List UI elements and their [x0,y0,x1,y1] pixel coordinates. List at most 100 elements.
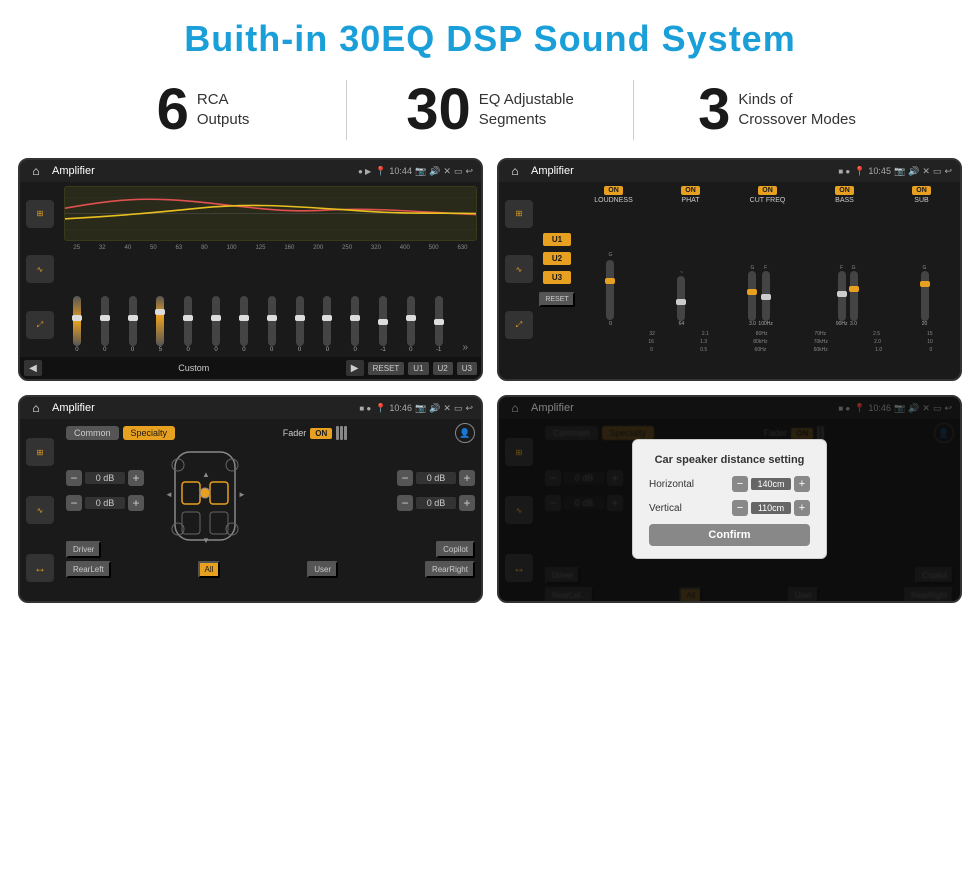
eq-icon-s3[interactable]: ⊞ [26,438,54,466]
stat-text-crossover: Kinds ofCrossover Modes [738,90,856,131]
vol-icon: 🔊 [429,166,440,177]
eq-slider-8[interactable]: 0 [296,296,304,353]
eq-slider-0[interactable]: 0 [73,296,81,353]
copilot-btn[interactable]: Copilot [436,541,475,558]
sub-ctrl: ON SUB [885,186,958,204]
bass-label: BASS [835,197,854,204]
fader-on-badge[interactable]: ON [310,428,332,439]
eq-slider-7[interactable]: 0 [268,296,276,353]
dialog-box: Car speaker distance setting Horizontal … [632,439,827,559]
vol-plus-fl[interactable]: + [128,470,144,486]
preset-col: U1 U2 U3 RESET [539,182,575,357]
eq-slider-10[interactable]: 0 [351,296,359,353]
eq-adjust-icon[interactable]: ⊞ [26,200,54,228]
eq-slider-2[interactable]: 0 [129,296,137,353]
u1-preset[interactable]: U1 [543,233,571,246]
phat-slider[interactable] [677,276,685,321]
horizontal-minus[interactable]: − [732,476,748,492]
vol-plus-fr[interactable]: + [459,470,475,486]
eq-slider-13[interactable]: -1 [435,296,443,353]
vertical-label: Vertical [649,503,704,514]
all-btn[interactable]: All [198,561,221,578]
vol-minus-fl[interactable]: − [66,470,82,486]
eq-freq-labels: 2532405063 80100125160200 25032040050063… [64,245,477,251]
specialty-tab[interactable]: Specialty [123,426,176,440]
speaker-layout: ▲ ▼ ◄ ► [150,447,391,537]
loudness-label: LOUDNESS [594,197,633,204]
cutfreq-slider-f[interactable] [762,271,770,321]
screen1: ⌂ Amplifier ● ▶ 📍 10:44 📷 🔊 ✕ ▭ ↩ ⊞ ∿ ⤢ [18,158,483,381]
sub-on[interactable]: ON [912,186,931,195]
vol-plus-rl[interactable]: + [128,495,144,511]
common-tab[interactable]: Common [66,426,119,440]
home-icon-3[interactable]: ⌂ [28,400,44,416]
rear-row: RearLeft All User RearRight [66,561,475,578]
rearleft-btn[interactable]: RearLeft [66,561,111,578]
sub-slider[interactable] [921,271,929,321]
u2-btn[interactable]: U2 [433,362,453,375]
bass-slider-f[interactable] [838,271,846,321]
u2-preset[interactable]: U2 [543,252,571,265]
u3-preset[interactable]: U3 [543,271,571,284]
expand-icon-s2[interactable]: ⤢ [505,311,533,339]
dialog-horizontal-row: Horizontal − 140cm + [649,476,810,492]
vertical-plus[interactable]: + [794,500,810,516]
screen2-status-icons: 📍 10:45 📷🔊✕▭ ↩ [854,166,952,177]
rearright-btn[interactable]: RearRight [425,561,475,578]
expand-icon-s3[interactable]: ↔ [26,554,54,582]
home-icon[interactable]: ⌂ [28,163,44,179]
vol-minus-fr[interactable]: − [397,470,413,486]
vol-minus-rl[interactable]: − [66,495,82,511]
bass-on[interactable]: ON [835,186,854,195]
vertical-minus[interactable]: − [732,500,748,516]
eq-slider-11[interactable]: -1 [379,296,387,353]
home-icon-2[interactable]: ⌂ [507,163,523,179]
driver-row: Driver Copilot [66,541,475,558]
phat-on[interactable]: ON [681,186,700,195]
confirm-button[interactable]: Confirm [649,524,810,546]
eq-icon-s2[interactable]: ⊞ [505,200,533,228]
eq-slider-6[interactable]: 0 [240,296,248,353]
eq-double-arrow[interactable]: » [463,342,469,353]
vertical-value: 110cm [751,502,791,514]
back-icon[interactable]: ↩ [465,166,473,177]
reset-btn-s2[interactable]: RESET [539,292,574,307]
eq-slider-1[interactable]: 0 [101,296,109,353]
reset-btn[interactable]: RESET [368,362,405,375]
loudness-slider-g[interactable] [606,260,614,320]
driver-btn[interactable]: Driver [66,541,101,558]
avatar-icon[interactable]: 👤 [455,423,475,443]
eq-slider-9[interactable]: 0 [323,296,331,353]
fader-on-row: Fader ON [283,426,348,440]
screen1-status-icons: 📍 10:44 📷 🔊 ✕ ▭ ↩ [375,166,473,177]
screen2-content: ⊞ ∿ ⤢ U1 U2 U3 RESET ON LOUDNESS [499,182,960,357]
dialog-vertical-row: Vertical − 110cm + [649,500,810,516]
eq-expand-icon[interactable]: ⤢ [26,311,54,339]
horizontal-plus[interactable]: + [794,476,810,492]
cutfreq-on[interactable]: ON [758,186,777,195]
prev-btn[interactable]: ◀ [24,360,42,376]
eq-slider-4[interactable]: 0 [184,296,192,353]
bass-slider-g[interactable] [850,271,858,321]
wave-icon-s2[interactable]: ∿ [505,255,533,283]
play-btn[interactable]: ▶ [346,360,364,376]
eq-wave-icon[interactable]: ∿ [26,255,54,283]
screen3-content: ⊞ ∿ ↔ Common Specialty Fader ON [20,419,481,601]
svg-text:◄: ◄ [165,490,173,499]
cutfreq-ctrl: ON CUT FREQ [731,186,804,204]
eq-slider-12[interactable]: 0 [407,296,415,353]
loudness-on[interactable]: ON [604,186,623,195]
cutfreq-slider-g[interactable] [748,271,756,321]
wave-icon-s3[interactable]: ∿ [26,496,54,524]
vol-plus-rr[interactable]: + [459,495,475,511]
user-btn[interactable]: User [307,561,338,578]
eq-slider-5[interactable]: 0 [212,296,220,353]
u1-btn[interactable]: U1 [408,362,428,375]
vol-minus-rr[interactable]: − [397,495,413,511]
eq-slider-3[interactable]: 5 [156,296,164,353]
loudness-ctrl: ON LOUDNESS [577,186,650,204]
u3-btn[interactable]: U3 [457,362,477,375]
bass-ctrl: ON BASS [808,186,881,204]
eq-graph [64,186,477,241]
sub-label: SUB [914,197,928,204]
